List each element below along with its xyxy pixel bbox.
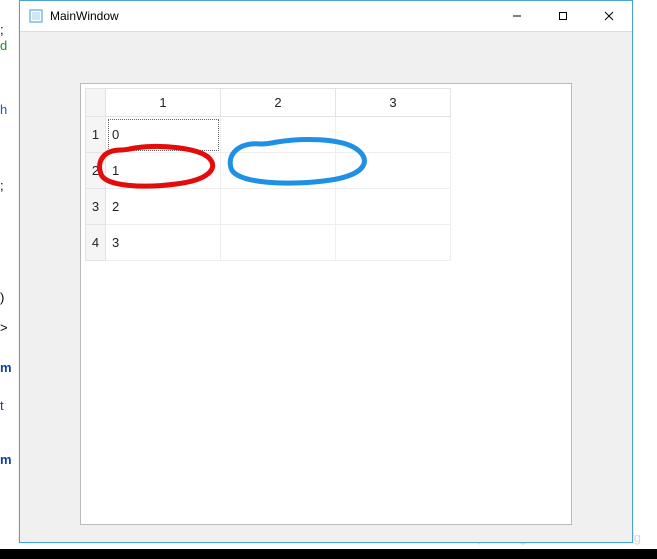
cell[interactable]: 0 bbox=[106, 117, 221, 153]
cell[interactable]: 2 bbox=[106, 189, 221, 225]
maximize-icon bbox=[558, 11, 568, 21]
table-row: 2 1 bbox=[86, 153, 451, 189]
bg-fragment: ; bbox=[0, 22, 4, 38]
bg-fragment: ; bbox=[0, 178, 4, 194]
taskbar-strip bbox=[0, 549, 657, 559]
window-title: MainWindow bbox=[50, 9, 494, 23]
column-header[interactable]: 1 bbox=[106, 89, 221, 117]
close-button[interactable] bbox=[586, 1, 632, 31]
row-header[interactable]: 1 bbox=[86, 117, 106, 153]
bg-fragment: > bbox=[0, 320, 8, 336]
close-icon bbox=[604, 11, 614, 21]
table-row: 3 2 bbox=[86, 189, 451, 225]
cell[interactable] bbox=[336, 225, 451, 261]
cell[interactable]: 3 bbox=[106, 225, 221, 261]
bg-fragment: ) bbox=[0, 290, 4, 306]
table-row: 4 3 bbox=[86, 225, 451, 261]
cell[interactable] bbox=[221, 117, 336, 153]
data-table[interactable]: 1 2 3 1 0 2 bbox=[85, 88, 451, 261]
table-corner[interactable] bbox=[86, 89, 106, 117]
bg-fragment: d bbox=[0, 38, 7, 54]
minimize-icon bbox=[512, 11, 522, 21]
app-icon bbox=[28, 8, 44, 24]
cell[interactable] bbox=[336, 189, 451, 225]
column-header[interactable]: 2 bbox=[221, 89, 336, 117]
bg-fragment: h bbox=[0, 102, 7, 118]
client-area: 1 2 3 1 0 2 bbox=[28, 39, 624, 534]
cell[interactable] bbox=[221, 153, 336, 189]
titlebar[interactable]: MainWindow bbox=[20, 1, 632, 32]
cell[interactable] bbox=[221, 225, 336, 261]
cell[interactable] bbox=[221, 189, 336, 225]
cell[interactable] bbox=[336, 117, 451, 153]
cell[interactable] bbox=[336, 153, 451, 189]
row-header[interactable]: 3 bbox=[86, 189, 106, 225]
main-window: MainWindow 1 bbox=[19, 0, 633, 543]
cell[interactable]: 1 bbox=[106, 153, 221, 189]
row-header[interactable]: 4 bbox=[86, 225, 106, 261]
bg-fragment: t bbox=[0, 398, 4, 414]
maximize-button[interactable] bbox=[540, 1, 586, 31]
minimize-button[interactable] bbox=[494, 1, 540, 31]
row-header[interactable]: 2 bbox=[86, 153, 106, 189]
bg-fragment: m bbox=[0, 452, 12, 468]
table-row: 1 0 bbox=[86, 117, 451, 153]
bg-fragment: m bbox=[0, 360, 12, 376]
table-frame: 1 2 3 1 0 2 bbox=[80, 83, 572, 525]
column-header[interactable]: 3 bbox=[336, 89, 451, 117]
